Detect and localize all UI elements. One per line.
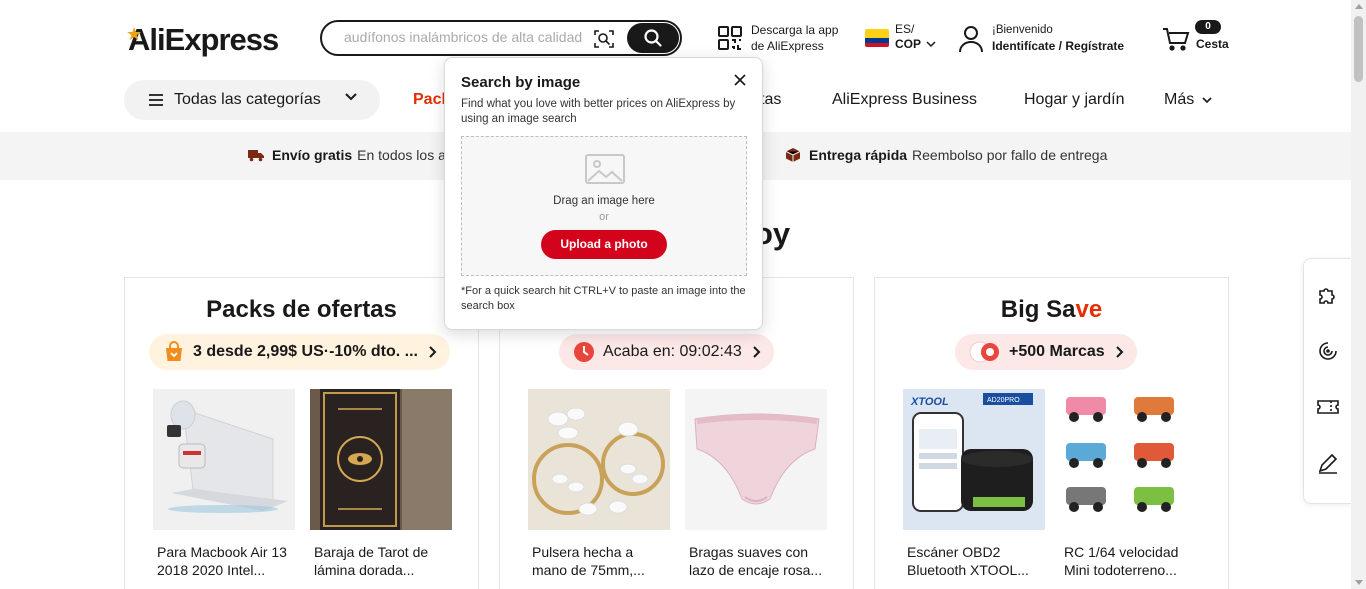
user-icon	[959, 25, 983, 52]
side-tools-panel	[1303, 258, 1351, 504]
product-image	[685, 389, 827, 530]
image-placeholder-icon	[585, 154, 625, 184]
product-title-line1: Para Macbook Air 13	[157, 544, 287, 560]
product-title-line2: 2018 2020 Intel...	[157, 562, 266, 578]
language-label: ES/	[895, 22, 915, 36]
brands-pill[interactable]: +500 Marcas	[955, 334, 1137, 370]
product-card[interactable]: Bragas suaves con lazo de encaje rosa...	[685, 389, 827, 579]
product-title-line2: lámina dorada...	[314, 562, 415, 578]
product-title-line1: Baraja de Tarot de	[314, 544, 429, 560]
currency-label: COP	[895, 37, 922, 51]
logo-star-icon: ★	[126, 24, 142, 44]
page-scrollbar[interactable]	[1351, 0, 1366, 589]
box-icon	[785, 148, 801, 162]
product-title-line1: Bragas suaves con	[689, 544, 809, 560]
chevron-right-icon	[1115, 346, 1124, 358]
nav-item-more[interactable]: Más	[1164, 91, 1212, 109]
product-image: XTOOL AD20PRO	[903, 389, 1045, 530]
chevron-down-icon	[926, 41, 936, 48]
paste-hint: *For a quick search hit CTRL+V to paste …	[461, 285, 746, 312]
cart-count-badge: 0	[1195, 20, 1221, 34]
qr-code-icon	[718, 26, 742, 50]
product-image	[1060, 389, 1202, 530]
product-card[interactable]: Baraja de Tarot de lámina dorada...	[310, 389, 452, 579]
fast-delivery-promo: Entrega rápida Reembolso por fallo de en…	[785, 147, 1107, 163]
scroll-thumb[interactable]	[1354, 16, 1363, 82]
product-card[interactable]: RC 1/64 velocidad Mini todoterreno...	[1060, 389, 1202, 579]
product-card[interactable]: Para Macbook Air 13 2018 2020 Intel...	[153, 389, 295, 579]
product-title-line2: lazo de encaje rosa...	[689, 562, 823, 578]
product-card[interactable]: Pulsera hecha a mano de 75mm,...	[528, 389, 670, 579]
svg-text:AD20PRO: AD20PRO	[987, 397, 1020, 404]
cart-icon	[1163, 28, 1190, 51]
product-title-line2: mano de 75mm,...	[532, 562, 645, 578]
all-categories-button[interactable]: Todas las categorías	[124, 80, 380, 120]
close-icon[interactable]	[732, 72, 748, 88]
search-by-image-popup: Search by image Find what you love with …	[444, 57, 763, 330]
greeting-text: ¡Bienvenido	[992, 24, 1053, 36]
image-drop-zone[interactable]: Drag an image here or Upload a photo	[461, 136, 747, 276]
svg-text:XTOOL: XTOOL	[910, 396, 949, 408]
deal-pill[interactable]: 3 desde 2,99$ US·-10% dto. ...	[149, 334, 450, 370]
aliexpress-logo[interactable]: ★ AliExpress	[126, 22, 279, 58]
account-menu[interactable]: ¡Bienvenido Identifícate / Regístrate	[958, 22, 1124, 55]
menu-icon	[149, 94, 163, 106]
search-input[interactable]	[344, 29, 584, 45]
big-save-card: Big Save +500 Marcas XTOOL AD20PRO Escán…	[874, 277, 1229, 589]
sign-in-link[interactable]: Identifícate / Regístrate	[992, 39, 1124, 53]
free-shipping-promo: Envío gratis En todos los ar	[248, 147, 451, 163]
product-title-line1: Pulsera hecha a	[532, 544, 634, 560]
cart-button[interactable]: 0 Cesta	[1162, 20, 1232, 56]
nav-item-business[interactable]: AliExpress Business	[832, 91, 977, 109]
search-bar	[320, 20, 682, 56]
product-title-line1: Escáner OBD2	[907, 544, 1001, 560]
app-download-line1: Descarga la app	[751, 23, 839, 37]
nav-item-home-garden[interactable]: Hogar y jardín	[1024, 91, 1125, 109]
deals-pack-card: Packs de ofertas 3 desde 2,99$ US·-10% d…	[124, 277, 479, 589]
colombia-flag-icon	[865, 29, 889, 47]
popup-description: Find what you love with better prices on…	[461, 98, 736, 125]
product-title-line2: Bluetooth XTOOL...	[907, 562, 1029, 578]
all-categories-label: Todas las categorías	[174, 91, 321, 108]
edit-feedback-icon[interactable]	[1316, 451, 1340, 475]
coupon-icon[interactable]	[1316, 395, 1340, 419]
product-card[interactable]: XTOOL AD20PRO Escáner OBD2 Bluetooth XTO…	[903, 389, 1045, 579]
chevron-down-icon	[345, 93, 357, 101]
product-image	[528, 389, 670, 530]
countdown-pill[interactable]: Acaba en: 09:02:43	[559, 334, 774, 370]
language-currency-selector[interactable]: ES/ COP	[865, 22, 936, 52]
or-text: or	[599, 211, 609, 223]
product-image	[153, 389, 295, 530]
chevron-right-icon	[429, 346, 437, 358]
shopping-bag-icon	[166, 341, 182, 361]
search-icon	[644, 29, 662, 47]
clock-icon	[574, 342, 594, 362]
cart-label: Cesta	[1196, 37, 1229, 51]
popup-title: Search by image	[461, 74, 581, 91]
chevron-right-icon	[753, 346, 761, 358]
coin-icon[interactable]	[1316, 339, 1340, 363]
upload-photo-button[interactable]: Upload a photo	[541, 230, 667, 259]
search-button[interactable]	[627, 23, 679, 53]
product-title-line1: RC 1/64 velocidad	[1064, 544, 1179, 560]
image-search-icon[interactable]	[592, 27, 616, 51]
app-download-link[interactable]: Descarga la app de AliExpress	[717, 22, 838, 54]
nav-item-ofertas[interactable]: tas	[760, 91, 781, 109]
card-title: Packs de ofertas	[206, 296, 397, 323]
scroll-up-arrow-icon[interactable]	[1355, 4, 1363, 9]
truck-icon	[248, 150, 264, 162]
brand-logos-icon	[969, 341, 999, 363]
puzzle-icon[interactable]	[1316, 283, 1340, 307]
app-download-line2: de AliExpress	[751, 39, 824, 53]
drag-text: Drag an image here	[553, 195, 655, 207]
product-title-line2: Mini todoterreno...	[1064, 562, 1177, 578]
scroll-down-arrow-icon[interactable]	[1355, 580, 1363, 585]
big-save-title: Big Save	[1000, 296, 1103, 323]
product-image	[310, 389, 452, 530]
chevron-down-icon	[1202, 97, 1212, 104]
